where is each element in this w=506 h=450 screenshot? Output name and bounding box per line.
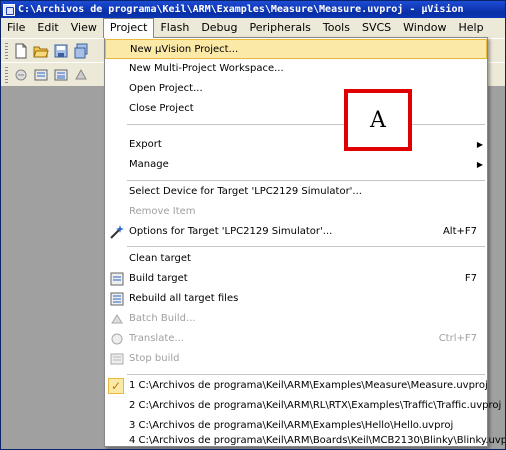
open-folder-icon[interactable]	[33, 43, 49, 59]
menu-item-label: 1 C:\Archivos de programa\Keil\ARM\Examp…	[129, 380, 488, 391]
menu-item-recent-project-4[interactable]: 4 C:\Archivos de programa\Keil\ARM\Board…	[105, 436, 505, 446]
batch-build-icon[interactable]	[73, 67, 89, 83]
menu-item-options-target[interactable]: Options for Target 'LPC2129 Simulator'..…	[105, 222, 487, 242]
project-menu-dropdown: New µVision Project... New Multi-Project…	[104, 37, 505, 447]
save-all-icon[interactable]	[73, 43, 89, 59]
menu-item-label: 3 C:\Archivos de programa\Keil\ARM\Examp…	[129, 420, 454, 431]
menu-item-label: New Multi-Project Workspace...	[129, 63, 284, 74]
menu-item-label: Options for Target 'LPC2129 Simulator'..…	[129, 226, 333, 237]
menu-separator	[127, 246, 485, 247]
submenu-arrow-icon: ▶	[476, 160, 483, 169]
menu-item-label: Rebuild all target files	[129, 293, 239, 304]
rebuild-icon[interactable]	[53, 67, 69, 83]
menu-tools[interactable]: Tools	[317, 19, 356, 37]
save-icon[interactable]	[53, 43, 69, 59]
build-icon	[110, 272, 124, 286]
menu-file[interactable]: File	[1, 19, 31, 37]
menu-item-label: Remove Item	[129, 206, 196, 217]
new-file-icon[interactable]	[13, 43, 29, 59]
menu-separator	[127, 124, 485, 125]
menu-item-label: Stop build	[129, 353, 180, 364]
menu-item-new-project[interactable]: New µVision Project...	[105, 39, 487, 59]
menu-peripherals[interactable]: Peripherals	[244, 19, 317, 37]
menu-shortcut: F7	[464, 273, 477, 284]
menu-edit[interactable]: Edit	[31, 19, 64, 37]
window-title: C:\Archivos de programa\Keil\ARM\Example…	[18, 4, 464, 15]
menu-item-stop-build[interactable]: Stop build	[105, 349, 487, 369]
menu-item-label: 4 C:\Archivos de programa\Keil\ARM\Board…	[129, 435, 506, 446]
toolbar-grip[interactable]	[5, 43, 8, 59]
menu-item-label: Clean target	[129, 253, 191, 264]
menu-item-label: Select Device for Target 'LPC2129 Simula…	[129, 186, 362, 197]
menu-item-build-target[interactable]: Build target F7	[105, 269, 487, 289]
menu-svcs[interactable]: SVCS	[356, 19, 397, 37]
menu-item-recent-project-2[interactable]: 2 C:\Archivos de programa\Keil\ARM\RL\RT…	[105, 396, 501, 416]
menu-item-clean-target[interactable]: Clean target	[105, 249, 487, 269]
menu-item-manage[interactable]: Manage ▶	[105, 155, 487, 175]
menu-project[interactable]: Project	[102, 18, 155, 38]
menu-item-label: New µVision Project...	[130, 44, 239, 55]
menu-item-label: Open Project...	[129, 83, 203, 94]
translate-icon	[111, 333, 123, 345]
annotation-label: A	[370, 107, 386, 133]
menu-separator	[127, 374, 485, 375]
menu-item-close-project[interactable]: Close Project	[105, 99, 487, 119]
menu-item-open-project[interactable]: Open Project...	[105, 79, 487, 99]
menu-item-export[interactable]: Export ▶	[105, 135, 487, 155]
menu-item-label: Export	[129, 139, 162, 150]
menu-debug[interactable]: Debug	[195, 19, 243, 37]
menu-item-batch-build[interactable]: Batch Build...	[105, 309, 487, 329]
menu-item-new-multi-project[interactable]: New Multi-Project Workspace...	[105, 59, 487, 79]
menu-flash[interactable]: Flash	[154, 19, 195, 37]
submenu-arrow-icon: ▶	[476, 140, 483, 149]
menu-item-label: Batch Build...	[129, 313, 196, 324]
menu-view[interactable]: View	[65, 19, 103, 37]
stop-build-icon	[110, 353, 124, 365]
menu-help[interactable]: Help	[453, 19, 490, 37]
checkmark-icon: ✓	[108, 378, 124, 394]
toolbar-grip[interactable]	[5, 67, 8, 83]
menu-separator	[127, 180, 485, 181]
menu-item-recent-project-3[interactable]: 3 C:\Archivos de programa\Keil\ARM\Examp…	[105, 416, 487, 436]
batch-build-icon	[111, 314, 123, 324]
annotation-callout-a: A	[344, 89, 412, 151]
menu-item-select-device[interactable]: Select Device for Target 'LPC2129 Simula…	[105, 182, 487, 202]
menu-item-rebuild-all[interactable]: Rebuild all target files	[105, 289, 487, 309]
menu-item-label: Manage	[129, 159, 169, 170]
menu-bar: File Edit View Project Flash Debug Perip…	[1, 18, 505, 38]
menu-item-remove-item[interactable]: Remove Item	[105, 202, 487, 222]
app-window: C:\Archivos de programa\Keil\ARM\Example…	[0, 0, 506, 450]
menu-item-label: Translate...	[129, 333, 184, 344]
menu-item-recent-project-1[interactable]: ✓ 1 C:\Archivos de programa\Keil\ARM\Exa…	[105, 376, 488, 396]
menu-item-translate[interactable]: Translate... Ctrl+F7	[105, 329, 487, 349]
build-icon[interactable]	[33, 67, 49, 83]
title-bar[interactable]: C:\Archivos de programa\Keil\ARM\Example…	[1, 1, 505, 18]
magic-wand-icon	[110, 225, 124, 239]
translate-icon[interactable]	[13, 67, 29, 83]
menu-window[interactable]: Window	[397, 19, 452, 37]
menu-item-label: Close Project	[129, 103, 194, 114]
menu-item-label: 2 C:\Archivos de programa\Keil\ARM\RL\RT…	[129, 400, 502, 411]
menu-shortcut: Alt+F7	[442, 226, 477, 237]
menu-item-label: Build target	[129, 273, 188, 284]
menu-shortcut: Ctrl+F7	[438, 333, 477, 344]
uvision-app-icon[interactable]	[3, 3, 15, 16]
rebuild-icon	[110, 292, 124, 306]
